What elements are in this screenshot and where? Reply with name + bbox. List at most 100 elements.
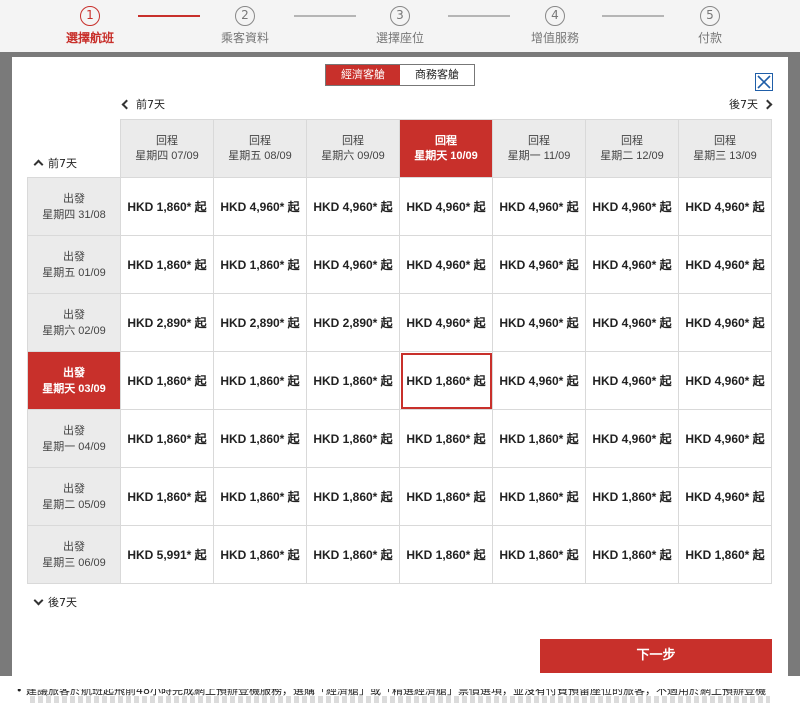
fare-cell[interactable]: HKD 1,860* 起 (399, 467, 493, 526)
step-number: 3 (390, 6, 410, 26)
fare-cell[interactable]: HKD 4,960* 起 (399, 235, 493, 294)
fare-cell[interactable]: HKD 4,960* 起 (492, 293, 586, 352)
fare-cell[interactable]: HKD 4,960* 起 (399, 293, 493, 352)
departure-date-header[interactable]: 出發 星期三 06/09 (27, 525, 121, 584)
fare-cell[interactable]: HKD 4,960* 起 (585, 351, 679, 410)
close-button[interactable] (755, 73, 773, 91)
fare-cell[interactable]: HKD 1,860* 起 (399, 525, 493, 584)
return-date-header[interactable]: 回程星期一 11/09 (492, 119, 586, 178)
fare-cell[interactable]: HKD 4,960* 起 (213, 177, 307, 236)
fare-cell[interactable]: HKD 1,860* 起 (213, 467, 307, 526)
departure-date: 星期一 04/09 (42, 440, 106, 453)
step-select-flight[interactable]: 1 選擇航班 (35, 6, 145, 46)
fare-cell[interactable]: HKD 4,960* 起 (678, 293, 772, 352)
departure-date-header[interactable]: 出發星期一 04/09 (27, 409, 121, 468)
return-date: 星期六 09/09 (321, 149, 385, 162)
fare-cell[interactable]: HKD 4,960* 起 (585, 409, 679, 468)
fare-cell[interactable]: HKD 5,991* 起 (120, 525, 214, 584)
prev-week-link[interactable]: 前7天 (121, 96, 165, 112)
next-step-button[interactable]: 下一步 (540, 639, 772, 673)
cabin-economy-button[interactable]: 經濟客艙 (326, 65, 400, 85)
fare-cell[interactable]: HKD 2,890* 起 (306, 293, 400, 352)
departure-label: 出發 (63, 250, 85, 263)
fare-cell[interactable]: HKD 4,960* 起 (585, 293, 679, 352)
return-label: 回程 (528, 134, 550, 147)
departure-date-header[interactable]: 出發 星期六 02/09 (27, 293, 121, 352)
return-date: 星期五 08/09 (228, 149, 292, 162)
fare-cell[interactable]: HKD 4,960* 起 (678, 177, 772, 236)
fare-cell[interactable]: HKD 1,860* 起 (120, 409, 214, 468)
return-date-header[interactable]: 回程 星期天 10/09 (399, 119, 493, 178)
fare-cell[interactable]: HKD 1,860* 起 (492, 467, 586, 526)
booking-steps: 1 選擇航班 2 乘客資料 3 選擇座位 4 增值服務 5 付款 (0, 0, 800, 52)
departure-date: 星期六 02/09 (42, 324, 106, 337)
chevron-down-icon (33, 595, 44, 606)
fare-cell[interactable]: HKD 1,860* 起 (120, 235, 214, 294)
fare-cell[interactable]: HKD 1,860* 起 (213, 351, 307, 410)
fare-cell[interactable]: HKD 4,960* 起 (492, 351, 586, 410)
fare-cell[interactable]: HKD 1,860* 起 (213, 409, 307, 468)
fare-cell[interactable]: HKD 1,860* 起 (399, 409, 493, 468)
return-date: 星期天 10/09 (414, 149, 478, 162)
fare-cell[interactable]: HKD 1,860* 起 (120, 351, 214, 410)
step-passenger-info[interactable]: 2 乘客資料 (190, 6, 300, 46)
chevron-right-icon (762, 99, 773, 110)
fare-cell[interactable]: HKD 4,960* 起 (585, 235, 679, 294)
return-date-header[interactable]: 回程 星期六 09/09 (306, 119, 400, 178)
fare-cell[interactable]: HKD 1,860* 起 (399, 351, 493, 410)
fare-cell[interactable]: HKD 1,860* 起 (492, 409, 586, 468)
fare-cell[interactable]: HKD 1,860* 起 (306, 467, 400, 526)
fare-cell[interactable]: HKD 1,860* 起 (120, 467, 214, 526)
fare-cell[interactable]: HKD 2,890* 起 (120, 293, 214, 352)
departure-date-header[interactable]: 出發 星期二 05/09 (27, 467, 121, 526)
cabin-business-button[interactable]: 商務客艙 (400, 65, 474, 85)
fare-cell[interactable]: HKD 1,860* 起 (306, 525, 400, 584)
fare-cell[interactable]: HKD 4,960* 起 (678, 409, 772, 468)
departure-date-header[interactable]: 出發 星期五 01/09 (27, 235, 121, 294)
fare-cell[interactable]: HKD 4,960* 起 (678, 351, 772, 410)
fare-cell[interactable]: HKD 4,960* 起 (492, 177, 586, 236)
fare-cell[interactable]: HKD 1,860* 起 (120, 177, 214, 236)
fare-cell[interactable]: HKD 1,860* 起 (585, 525, 679, 584)
return-date: 星期一 11/09 (507, 149, 571, 162)
fare-cell[interactable]: HKD 1,860* 起 (213, 525, 307, 584)
fare-cell[interactable]: HKD 1,860* 起 (213, 235, 307, 294)
next-week-link[interactable]: 後7天 (729, 96, 773, 112)
step-add-ons[interactable]: 4 增值服務 (500, 6, 610, 46)
table-row: 出發 星期三 06/09 HKD 5,991* 起 HKD 1,860* 起 HKD 1… (27, 525, 772, 584)
step-number: 1 (80, 6, 100, 26)
fare-cell[interactable]: HKD 4,960* 起 (306, 177, 400, 236)
return-label: 回程 (714, 134, 736, 147)
departure-date: 星期天 03/09 (42, 382, 106, 395)
departure-label: 出發 (63, 424, 85, 437)
fare-cell[interactable]: HKD 4,960* 起 (678, 235, 772, 294)
departure-label: 出發 (63, 192, 85, 205)
fare-cell[interactable]: HKD 1,860* 起 (678, 525, 772, 584)
step-number: 4 (545, 6, 565, 26)
later-week-label: 後7天 (48, 596, 77, 609)
step-select-seat[interactable]: 3 選擇座位 (345, 6, 455, 46)
return-date-header[interactable]: 回程 星期三 13/09 (678, 119, 772, 178)
return-date-header[interactable]: 回程 星期五 08/09 (213, 119, 307, 178)
fare-cell[interactable]: HKD 4,960* 起 (492, 235, 586, 294)
departure-date-header[interactable]: 出發 星期天 03/09 (27, 351, 121, 410)
departure-date: 星期二 05/09 (42, 498, 106, 511)
fare-cell[interactable]: HKD 1,860* 起 (492, 525, 586, 584)
return-label: 回程 (156, 134, 178, 147)
departure-date-header[interactable]: 出發 星期四 31/08 (27, 177, 121, 236)
later-week-link[interactable]: 後7天 (33, 594, 77, 610)
step-label: 付款 (697, 31, 722, 45)
fare-cell[interactable]: HKD 2,890* 起 (213, 293, 307, 352)
prev-week-label: 前7天 (136, 98, 165, 111)
step-payment[interactable]: 5 付款 (655, 6, 765, 46)
fare-cell[interactable]: HKD 4,960* 起 (585, 177, 679, 236)
fare-cell[interactable]: HKD 4,960* 起 (678, 467, 772, 526)
return-date-header[interactable]: 回程 星期二 12/09 (585, 119, 679, 178)
fare-cell[interactable]: HKD 1,860* 起 (306, 409, 400, 468)
fare-cell[interactable]: HKD 4,960* 起 (399, 177, 493, 236)
return-date-header[interactable]: 回程 星期四 07/09 (120, 119, 214, 178)
fare-cell[interactable]: HKD 1,860* 起 (306, 351, 400, 410)
fare-cell[interactable]: HKD 4,960* 起 (306, 235, 400, 294)
fare-cell[interactable]: HKD 1,860* 起 (585, 467, 679, 526)
step-label: 增值服務 (530, 31, 579, 45)
